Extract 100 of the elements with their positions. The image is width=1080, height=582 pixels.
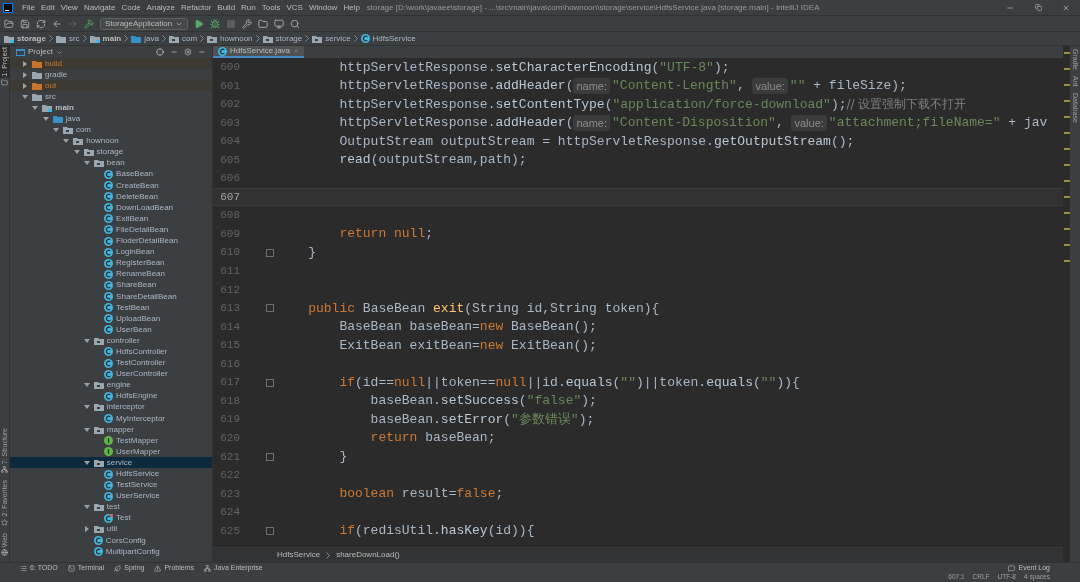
tree-item[interactable]: MultipartConfig: [10, 546, 212, 558]
tree-item[interactable]: build: [10, 58, 212, 70]
tree-item[interactable]: test: [10, 501, 212, 513]
tree-item[interactable]: HdfsController: [10, 346, 212, 358]
menu-item[interactable]: Build: [214, 1, 239, 14]
tree-item[interactable]: TestService: [10, 479, 212, 491]
tree-item[interactable]: UploadBean: [10, 313, 212, 325]
menu-item[interactable]: Tools: [258, 1, 284, 14]
tree-item[interactable]: CorsConfig: [10, 535, 212, 547]
tree-item[interactable]: main: [10, 102, 212, 114]
save-icon[interactable]: [20, 18, 30, 29]
expanded-arrow-icon[interactable]: [83, 504, 90, 511]
tree-item[interactable]: CreateBean: [10, 180, 212, 192]
menu-item[interactable]: Edit: [37, 1, 58, 14]
collapsed-arrow-icon[interactable]: [22, 60, 28, 67]
tree-item[interactable]: gradle: [10, 69, 212, 81]
expanded-arrow-icon[interactable]: [83, 404, 90, 411]
collapsed-arrow-icon[interactable]: [22, 82, 28, 89]
expanded-arrow-icon[interactable]: [32, 104, 39, 111]
tree-item[interactable]: java: [10, 113, 212, 125]
search-icon[interactable]: [290, 18, 301, 29]
tree-item[interactable]: FileDetailBean: [10, 224, 212, 236]
tree-item[interactable]: TestMapper: [10, 435, 212, 447]
locate-icon[interactable]: [156, 48, 164, 56]
tree-item[interactable]: BaseBean: [10, 168, 212, 181]
breadcrumb-item[interactable]: hownoon: [220, 32, 253, 45]
tree-item[interactable]: UserService: [10, 490, 212, 502]
tree-item[interactable]: HdfsEngine: [10, 390, 212, 402]
tree-item[interactable]: DownLoadBean: [10, 202, 212, 214]
sync-icon[interactable]: [36, 18, 46, 29]
back-icon[interactable]: [52, 18, 62, 29]
expanded-arrow-icon[interactable]: [73, 149, 80, 156]
menu-item[interactable]: Navigate: [80, 1, 119, 14]
tree-item[interactable]: com: [10, 124, 212, 136]
tree-item[interactable]: UserBean: [10, 324, 212, 336]
expanded-arrow-icon[interactable]: [83, 160, 90, 167]
tree-item[interactable]: src: [10, 91, 212, 103]
globe-icon[interactable]: [1, 549, 8, 556]
open-icon[interactable]: [4, 18, 14, 29]
menu-item[interactable]: Refactor: [178, 1, 215, 14]
menu-item[interactable]: VCS: [283, 1, 306, 14]
breadcrumb-item[interactable]: java: [144, 32, 159, 45]
menu-item[interactable]: Help: [340, 1, 363, 14]
fold-marker-icon[interactable]: [266, 378, 274, 387]
breadcrumb-item[interactable]: storage: [17, 32, 46, 45]
tree-item[interactable]: DeleteBean: [10, 191, 212, 203]
breadcrumb-item[interactable]: HdfsService: [277, 549, 321, 561]
collapsed-arrow-icon[interactable]: [83, 526, 90, 533]
breadcrumb-item[interactable]: com: [181, 32, 198, 45]
tree-item[interactable]: UserMapper: [10, 446, 212, 458]
expanded-arrow-icon[interactable]: [83, 337, 90, 344]
expanded-arrow-icon[interactable]: [83, 382, 90, 389]
debug-icon[interactable]: [210, 18, 221, 29]
folder-icon[interactable]: [1, 78, 8, 86]
menu-item[interactable]: File: [19, 1, 38, 14]
breadcrumb-item[interactable]: HdfsService: [372, 32, 416, 45]
tree-item[interactable]: MyInterceptor: [10, 413, 212, 425]
tree-item[interactable]: UserController: [10, 368, 212, 380]
tree-item[interactable]: RenameBean: [10, 268, 212, 280]
structure-icon[interactable]: [1, 466, 8, 474]
fold-marker-icon[interactable]: [266, 304, 274, 313]
tree-item[interactable]: bean: [10, 157, 212, 169]
tree-item[interactable]: controller: [10, 335, 212, 347]
menu-item[interactable]: Analyze: [143, 1, 179, 14]
breadcrumb-item[interactable]: service: [325, 32, 351, 45]
tree-item[interactable]: TestController: [10, 357, 212, 369]
tree-item[interactable]: ExitBean: [10, 213, 212, 225]
tree-item[interactable]: HdfsService: [10, 468, 212, 480]
tree-item[interactable]: FloderDetailBean: [10, 235, 212, 247]
panel-title[interactable]: Project: [28, 46, 53, 58]
tree-item[interactable]: service: [10, 457, 212, 469]
tree-item[interactable]: engine: [10, 379, 212, 391]
star-icon[interactable]: [1, 518, 8, 526]
menu-item[interactable]: Run: [238, 1, 259, 14]
breadcrumb-item[interactable]: main: [102, 32, 122, 45]
tree-item[interactable]: TestBean: [10, 302, 212, 314]
dropdown-icon[interactable]: [55, 48, 63, 56]
menu-item[interactable]: Code: [118, 1, 144, 14]
tree-item[interactable]: util: [10, 523, 212, 536]
collapse-icon[interactable]: [170, 48, 178, 56]
expanded-arrow-icon[interactable]: [63, 138, 70, 145]
breadcrumb-item[interactable]: src: [68, 32, 80, 45]
tree-item[interactable]: Test: [10, 512, 212, 524]
expanded-arrow-icon[interactable]: [22, 93, 28, 100]
collapsed-arrow-icon[interactable]: [22, 71, 28, 78]
editor-tab[interactable]: HdfsService.java: [213, 46, 305, 58]
tree-item[interactable]: storage: [10, 146, 212, 158]
breadcrumb-item[interactable]: shareDownLoad(): [336, 549, 400, 561]
tree-item[interactable]: out: [10, 80, 212, 92]
terminal-icon[interactable]: [274, 18, 285, 29]
tree-item[interactable]: interceptor: [10, 401, 212, 413]
fold-marker-icon[interactable]: [266, 526, 274, 535]
fold-marker-icon[interactable]: [266, 248, 274, 257]
expanded-arrow-icon[interactable]: [83, 459, 90, 466]
tree-item[interactable]: mapper: [10, 424, 212, 436]
run-icon[interactable]: [194, 18, 205, 29]
menu-item[interactable]: Window: [305, 1, 341, 14]
folder-icon[interactable]: [258, 18, 269, 29]
hide-icon[interactable]: [198, 48, 206, 56]
settings-icon[interactable]: [184, 48, 192, 56]
